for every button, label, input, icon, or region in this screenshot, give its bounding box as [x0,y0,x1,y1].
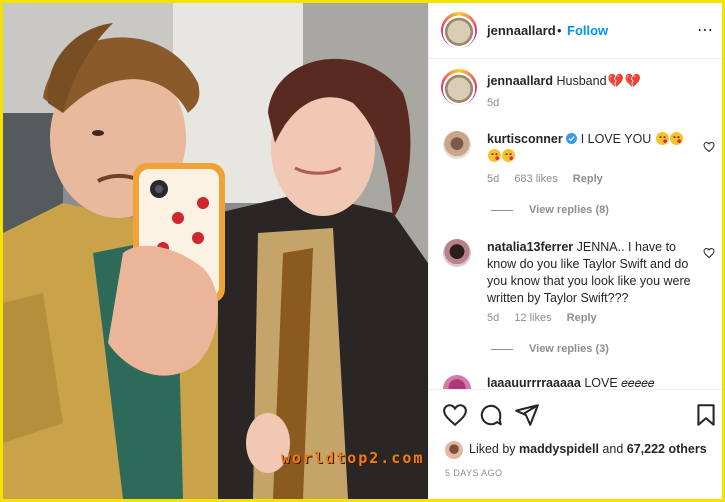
share-icon[interactable] [514,402,540,428]
photo-illustration [3,3,428,499]
comment-age: 5d [487,312,500,324]
view-replies-label: View replies (8) [529,204,609,216]
post-side-panel: jennaallard • Follow ⋯ jennaallard Husba… [428,3,722,499]
comment-username[interactable]: kurtisconner [487,132,563,146]
liked-others[interactable]: 67,222 others [627,442,707,456]
broken-heart-emoji: 💔 [624,73,641,88]
post-header: jennaallard • Follow ⋯ [429,3,722,59]
kiss-emoji [669,132,683,145]
comment-avatar[interactable] [443,239,471,267]
kiss-emoji [488,149,501,162]
broken-heart-emoji: 💔 [607,73,624,88]
verified-icon [566,133,578,144]
comment-text: LOVE 𝑒𝑒𝑒𝑒𝑒 [584,376,655,389]
replies-divider [491,348,513,350]
comment-likes[interactable]: 12 likes [514,312,551,324]
reply-button[interactable]: Reply [573,173,603,185]
comment: kurtisconner I LOVE YOU [487,131,692,165]
comment-like-icon[interactable] [703,141,715,153]
replies-divider [491,209,513,211]
comment-username[interactable]: laaauurrrraaaaa [487,376,581,389]
header-separator: • [557,23,562,38]
caption-username[interactable]: jennaallard [487,74,553,88]
watermark: worldtop2.com [281,449,425,467]
comment-text: I LOVE YOU [580,132,652,146]
author-username[interactable]: jennaallard [487,23,556,38]
comment-likes[interactable]: 683 likes [514,173,557,185]
comment-like-icon[interactable] [703,247,715,259]
comment-meta: 5d 12 likes Reply [487,312,609,324]
likes-summary: Liked by maddyspidell and 67,222 others [469,442,707,456]
liked-user[interactable]: maddyspidell [519,442,599,456]
comment-meta: 5d 683 likes Reply [487,173,615,185]
view-replies-button[interactable]: View replies (8) [491,204,609,216]
comment-age: 5d [487,173,500,185]
comment: laaauurrrraaaaa LOVE 𝑒𝑒𝑒𝑒𝑒 [487,375,693,389]
kiss-emoji [502,149,515,162]
action-bar: Liked by maddyspidell and 67,222 others … [429,389,722,499]
post-timestamp: 5 DAYS AGO [445,468,503,478]
comment-icon[interactable] [478,402,504,428]
reply-button[interactable]: Reply [567,312,597,324]
kiss-emoji [655,132,669,145]
comment-avatar[interactable] [443,131,471,159]
comments-list[interactable]: jennaallard Husband💔💔 5d kurtisconner I … [429,59,722,389]
post-photo[interactable]: worldtop2.com [3,3,428,499]
caption-text: Husband [556,74,607,88]
caption-age: 5d [487,97,500,109]
view-replies-label: View replies (3) [529,343,609,355]
author-avatar[interactable] [441,12,477,48]
comment-avatar[interactable] [443,375,471,389]
follow-button[interactable]: Follow [567,23,608,38]
liked-prefix: Liked by [469,442,516,456]
caption: jennaallard Husband💔💔 [487,73,707,90]
caption-avatar[interactable] [441,69,477,105]
comment-username[interactable]: natalia13ferrer [487,240,573,254]
heart-icon[interactable] [442,402,468,428]
caption-meta: 5d [487,97,511,109]
comment: natalia13ferrer JENNA.. I have to know d… [487,239,693,307]
liked-by-avatar[interactable] [445,441,463,459]
more-icon[interactable]: ⋯ [697,23,713,39]
view-replies-button[interactable]: View replies (3) [491,343,609,355]
liked-and: and [602,442,624,456]
bookmark-icon[interactable] [693,402,719,428]
screenshot-frame: worldtop2.com jennaallard • Follow ⋯ jen… [0,0,725,502]
